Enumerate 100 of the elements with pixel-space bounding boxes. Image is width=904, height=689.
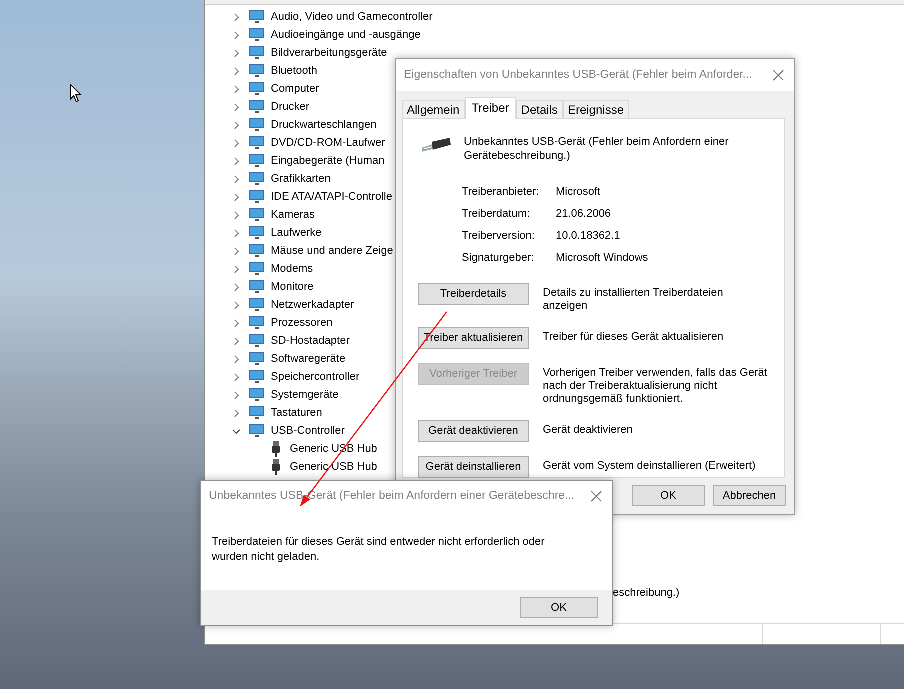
tab[interactable]: Allgemein [402,100,465,118]
usb-plug-icon [420,138,452,154]
chevron-right-icon[interactable] [232,318,241,328]
ok-button[interactable]: OK [520,597,598,618]
device-icon [249,82,265,96]
chevron-right-icon[interactable] [232,156,241,166]
action-description: Gerät deaktivieren [543,423,634,437]
tree-item-label[interactable]: Tastaturen [271,407,322,419]
tree-item-label[interactable]: Netzwerkadapter [271,299,354,311]
usb-plug-icon [271,459,281,475]
chevron-right-icon[interactable] [232,12,241,22]
device-icon [249,10,265,24]
tree-item-label[interactable]: Audioeingänge und -ausgänge [271,29,421,41]
tree-item-label[interactable]: Mäuse und andere Zeige [271,245,394,257]
chevron-right-icon[interactable] [232,228,241,238]
usb-plug-icon [271,441,281,457]
chevron-right-icon[interactable] [232,300,241,310]
dialog-title: Eigenschaften von Unbekanntes USB-Gerät (Fehler beim Anforder... [404,69,752,81]
device-icon [249,244,265,258]
chevron-right-icon[interactable] [232,264,241,274]
tree-item-label[interactable]: Computer [271,83,320,95]
action-button[interactable]: Gerät deaktivieren [418,420,529,442]
tree-item-label[interactable]: Bildverarbeitungsgeräte [271,47,388,59]
dialog-button[interactable]: Abbrechen [713,485,786,506]
device-icon [249,64,265,78]
action-description: Treiber für dieses Gerät aktualisieren [543,330,725,344]
field-label: Signaturgeber: [462,252,536,264]
tree-item-label[interactable]: Softwaregeräte [271,353,346,365]
chevron-right-icon[interactable] [232,390,241,400]
field-label: Treiberversion: [462,230,536,242]
field-value: Microsoft [556,186,601,198]
tree-item-label[interactable]: Bluetooth [271,65,318,77]
chevron-right-icon[interactable] [232,48,241,58]
chevron-right-icon[interactable] [232,408,241,418]
tree-item-label[interactable]: Drucker [271,101,310,113]
chevron-right-icon[interactable] [232,210,241,220]
device-icon [249,424,265,438]
tab[interactable]: Treiber [464,97,516,119]
field-value: 21.06.2006 [556,208,612,220]
chevron-right-icon[interactable] [232,30,241,40]
tree-item-label[interactable]: SD-Hostadapter [271,335,350,347]
device-icon [249,136,265,150]
tree-item-label[interactable]: Audio, Video und Gamecontroller [271,11,433,23]
dialog-button[interactable]: OK [632,485,705,506]
tree-item-label[interactable]: Monitore [271,281,314,293]
device-icon [249,190,265,204]
tree-item-label[interactable]: Druckwarteschlangen [271,119,377,131]
close-icon[interactable] [591,490,602,502]
action-description: Vorherigen Treiber verwenden, falls das Gerät nach der Treiberaktualisierung nicht ordnungsgemäß funktioniert. [543,366,768,406]
tree-item-label[interactable]: Systemgeräte [271,389,339,401]
chevron-right-icon[interactable] [232,120,241,130]
device-icon [249,280,265,294]
device-icon [249,172,265,186]
tree-item-label[interactable]: eschreibung.) [613,587,680,599]
action-button[interactable]: Treiberdetails [418,283,529,305]
action-description: Gerät vom System deinstallieren (Erweitert) [543,459,757,473]
chevron-right-icon[interactable] [232,138,241,148]
chevron-right-icon[interactable] [232,282,241,292]
tree-item-label[interactable]: IDE ATA/ATAPI-Controlle [271,191,392,203]
chevron-right-icon[interactable] [232,246,241,256]
device-icon [249,334,265,348]
tree-item-label[interactable]: Laufwerke [271,227,322,239]
device-icon [249,28,265,42]
field-label: Treiberanbieter: [462,186,540,198]
close-icon[interactable] [773,70,784,80]
chevron-down-icon[interactable] [232,426,241,436]
device-icon [249,100,265,114]
chevron-right-icon[interactable] [232,372,241,382]
tree-item-label[interactable]: Eingabegeräte (Human [271,155,385,167]
device-icon [249,298,265,312]
chevron-right-icon[interactable] [232,174,241,184]
tree-item-label[interactable]: Generic USB Hub [290,461,378,473]
tree-item-label[interactable]: Speichercontroller [271,371,360,383]
chevron-right-icon[interactable] [232,354,241,364]
tree-item-label[interactable]: Prozessoren [271,317,333,329]
message-text: Treiberdateien für dieses Gerät sind entweder nicht erforderlich oder wurden nicht geladen. [212,536,545,563]
tree-item-label[interactable]: USB-Controller [271,425,345,437]
tab[interactable]: Details [516,100,563,118]
device-name: Unbekanntes USB-Gerät (Fehler beim Anfordern einer Gerätebeschreibung.) [464,135,730,163]
chevron-right-icon[interactable] [232,336,241,346]
device-icon [249,118,265,132]
action-description: Details zu installierten Treiberdateien anzeigen [543,286,724,313]
mouse-pointer-icon [70,84,82,103]
device-icon [249,262,265,276]
tree-item-label[interactable]: Kameras [271,209,316,221]
device-icon [249,406,265,420]
action-button[interactable]: Gerät deinstallieren [418,456,529,478]
field-value: 10.0.18362.1 [556,230,620,242]
device-icon [249,316,265,330]
tree-item-label[interactable]: DVD/CD-ROM-Laufwer [271,137,386,149]
device-icon [249,388,265,402]
chevron-right-icon[interactable] [232,102,241,112]
tree-item-label[interactable]: Grafikkarten [271,173,331,185]
device-icon [249,208,265,222]
chevron-right-icon[interactable] [232,192,241,202]
chevron-right-icon[interactable] [232,66,241,76]
tab[interactable]: Ereignisse [562,100,629,118]
chevron-right-icon[interactable] [232,84,241,94]
tree-item-label[interactable]: Modems [271,263,314,275]
device-icon [249,370,265,384]
